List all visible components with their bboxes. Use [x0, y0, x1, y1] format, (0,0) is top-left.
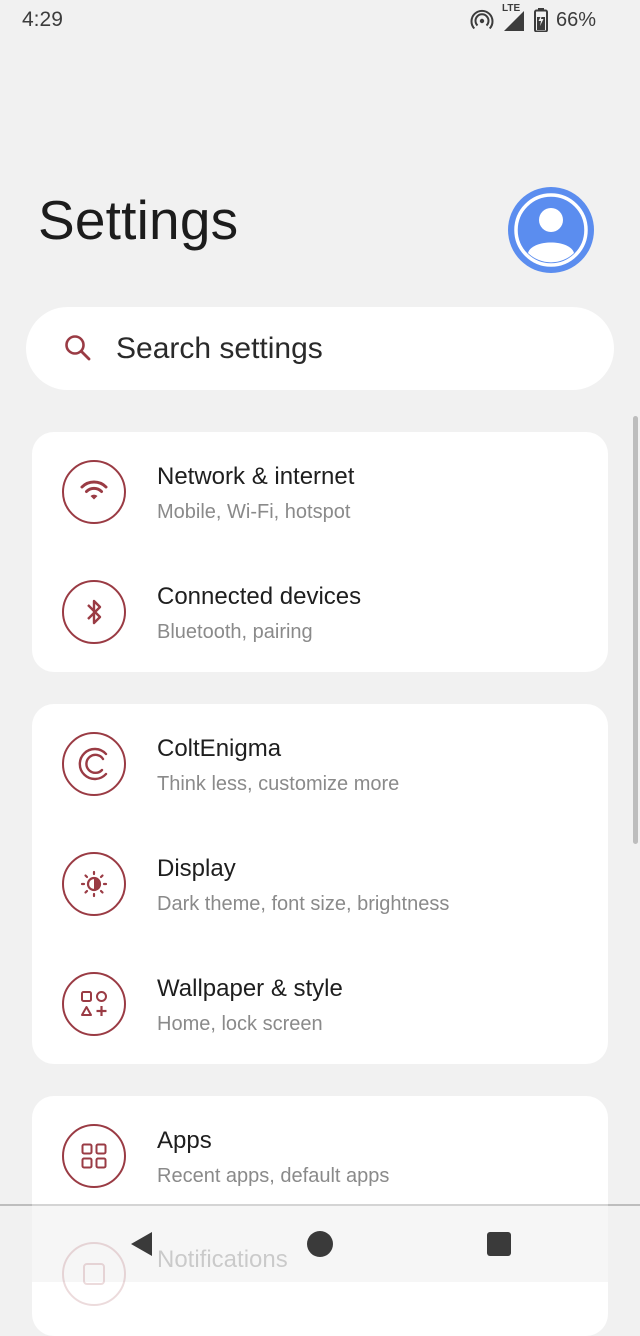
settings-item-connected-devices[interactable]: Connected devices Bluetooth, pairing	[32, 552, 608, 672]
search-placeholder: Search settings	[116, 332, 323, 365]
search-icon	[65, 335, 91, 361]
settings-item-subtitle: Mobile, Wi-Fi, hotspot	[157, 501, 351, 523]
settings-item-title: Wallpaper & style	[157, 975, 343, 1002]
apps-grid-icon	[62, 1124, 126, 1188]
battery-charging-icon	[533, 8, 548, 32]
recents-icon[interactable]	[485, 1230, 513, 1258]
settings-item-title: ColtEnigma	[157, 735, 282, 762]
home-icon[interactable]	[306, 1230, 334, 1258]
settings-item-title: Apps	[157, 1127, 212, 1154]
settings-item-apps[interactable]: Apps Recent apps, default apps	[32, 1096, 608, 1216]
settings-item-title: Network & internet	[157, 463, 355, 490]
settings-item-title-peek: Notifications	[157, 1246, 288, 1273]
settings-item-coltenigma[interactable]: ColtEnigma Think less, customize more	[32, 704, 608, 824]
status-time: 4:29	[22, 8, 63, 31]
settings-item-subtitle: Think less, customize more	[157, 773, 400, 795]
notifications-icon	[62, 1242, 126, 1306]
settings-card-personalization: ColtEnigma Think less, customize more Di…	[32, 704, 608, 1064]
settings-item-subtitle: Dark theme, font size, brightness	[157, 893, 450, 915]
palette-shapes-icon	[62, 972, 126, 1036]
scrollbar[interactable]	[633, 416, 638, 844]
battery-percent: 66%	[555, 8, 596, 31]
brightness-icon	[62, 852, 126, 916]
status-icons: LTE 66%	[470, 3, 596, 34]
page-title: Settings	[38, 189, 239, 251]
settings-item-display[interactable]: Display Dark theme, font size, brightnes…	[32, 824, 608, 944]
hotspot-icon	[470, 9, 494, 30]
settings-item-subtitle: Recent apps, default apps	[157, 1165, 390, 1187]
status-bar: 4:29 LTE 66%	[0, 0, 640, 40]
settings-item-network[interactable]: Network & internet Mobile, Wi-Fi, hotspo…	[32, 432, 608, 552]
wifi-icon	[62, 460, 126, 524]
navigation-bar: Notifications	[0, 1204, 640, 1306]
search-bar[interactable]: Search settings	[26, 307, 614, 390]
settings-item-title: Connected devices	[157, 583, 362, 610]
bluetooth-icon	[62, 580, 126, 644]
back-icon[interactable]	[128, 1230, 156, 1258]
settings-item-subtitle: Bluetooth, pairing	[157, 621, 313, 643]
colt-logo-icon	[62, 732, 126, 796]
settings-item-wallpaper[interactable]: Wallpaper & style Home, lock screen	[32, 944, 608, 1064]
account-circle-icon	[508, 187, 594, 273]
settings-item-subtitle: Home, lock screen	[157, 1013, 323, 1035]
account-avatar[interactable]	[508, 187, 594, 273]
settings-item-title: Display	[157, 855, 236, 882]
settings-card-connectivity: Network & internet Mobile, Wi-Fi, hotspo…	[32, 432, 608, 672]
signal-icon: LTE	[500, 3, 528, 33]
